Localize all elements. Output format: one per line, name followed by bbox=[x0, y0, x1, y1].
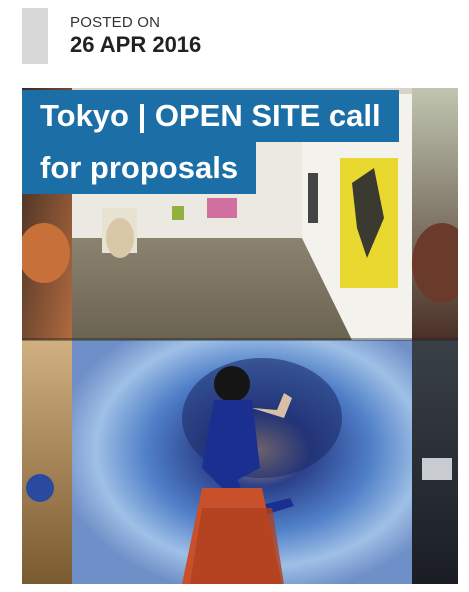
post-meta: POSTED ON 26 APR 2016 bbox=[22, 8, 201, 64]
meta-accent-bar bbox=[22, 8, 48, 64]
title-line-1[interactable]: Tokyo | OPEN SITE call bbox=[22, 90, 399, 142]
meta-text: POSTED ON 26 APR 2016 bbox=[48, 8, 201, 64]
article-title[interactable]: Tokyo | OPEN SITE call for proposals bbox=[22, 90, 442, 194]
posted-on-label: POSTED ON bbox=[70, 14, 161, 31]
post-date: 26 APR 2016 bbox=[70, 32, 202, 57]
title-line-2[interactable]: for proposals bbox=[22, 142, 257, 194]
